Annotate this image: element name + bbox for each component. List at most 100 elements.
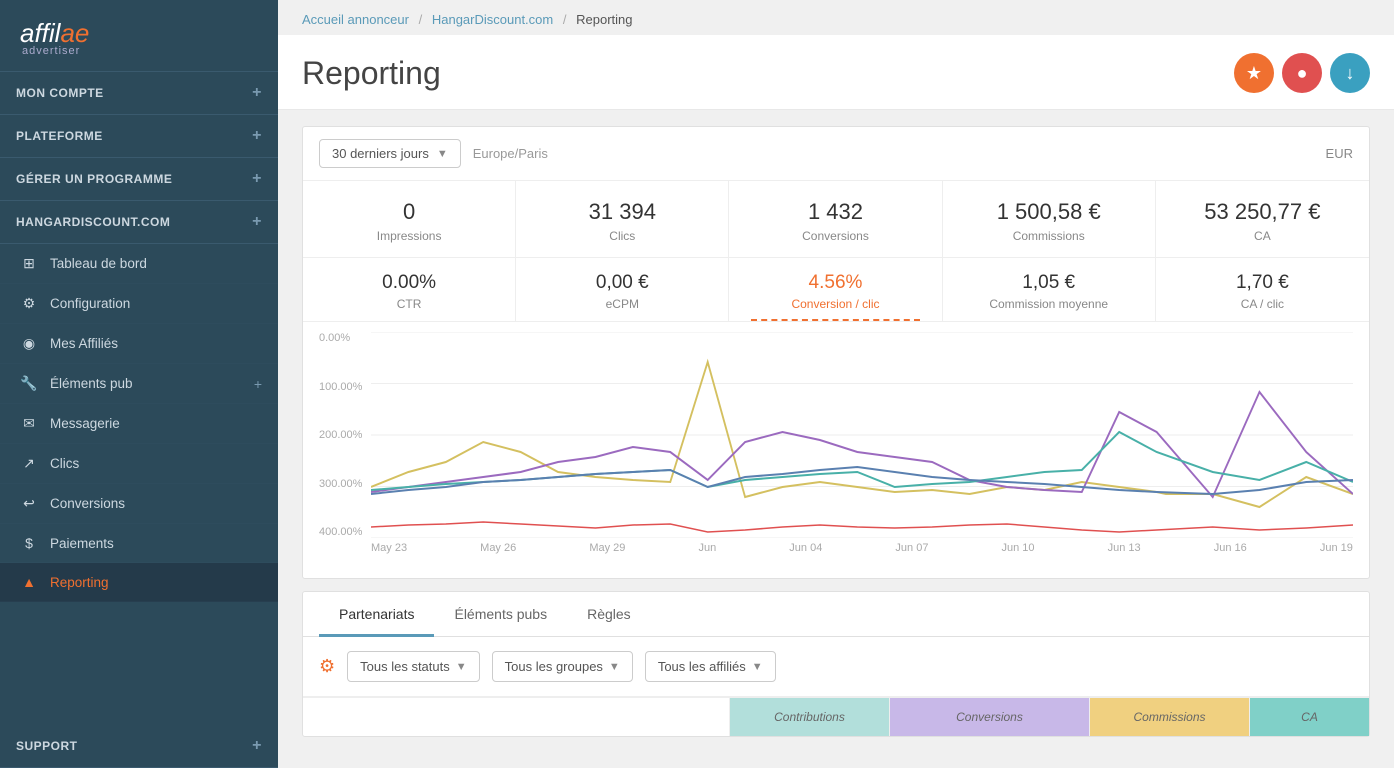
tabs-bar: Partenariats Éléments pubs Règles <box>303 592 1369 637</box>
stat-value: 0,00 € <box>528 272 716 294</box>
groupes-label: Tous les groupes <box>505 659 603 674</box>
th-conversions: Conversions <box>889 698 1089 736</box>
logo-sub: advertiser <box>20 45 258 57</box>
logo: affilae advertiser <box>0 0 278 72</box>
sidebar-item-elements-pub[interactable]: 🔧 Éléments pub + <box>0 364 278 404</box>
sidebar-item-configuration[interactable]: ⚙ Configuration <box>0 284 278 324</box>
bottom-section: Partenariats Éléments pubs Règles ⚙ Tous… <box>302 591 1370 737</box>
stat-commission-moy: 1,05 € Commission moyenne <box>943 258 1156 321</box>
stat-ca: 53 250,77 € CA <box>1156 181 1369 257</box>
statuts-label: Tous les statuts <box>360 659 450 674</box>
x-label: May 26 <box>480 542 516 554</box>
currency-label: EUR <box>1326 146 1353 161</box>
nav-section-plateforme-header[interactable]: PLATEFORME + <box>0 115 278 157</box>
stat-label: Conversion / clic <box>741 297 929 311</box>
x-label: Jun 04 <box>789 542 822 554</box>
conversions-icon: ↩ <box>20 495 38 512</box>
y-label: 100.00% <box>319 381 371 393</box>
nav-section-mon-compte: MON COMPTE + <box>0 72 278 115</box>
x-label: Jun 13 <box>1108 542 1141 554</box>
breadcrumb-link-hangardiscount[interactable]: HangarDiscount.com <box>432 12 553 27</box>
download-button[interactable]: ↓ <box>1330 53 1370 93</box>
breadcrumb-sep: / <box>419 12 423 27</box>
record-button[interactable]: ● <box>1282 53 1322 93</box>
date-range-dropdown[interactable]: 30 derniers jours ▼ <box>319 139 461 168</box>
th-empty <box>303 698 729 736</box>
sidebar-item-mes-affilies[interactable]: ◉ Mes Affiliés <box>0 324 278 364</box>
stat-label: CA <box>1168 229 1357 243</box>
sidebar-item-conversions[interactable]: ↩ Conversions <box>0 484 278 524</box>
x-label: Jun 10 <box>1002 542 1035 554</box>
expand-icon: + <box>254 376 262 392</box>
breadcrumb-current: Reporting <box>576 12 632 27</box>
reporting-icon: ▲ <box>20 574 38 590</box>
chart-x-labels: May 23 May 26 May 29 Jun Jun 04 Jun 07 J… <box>371 542 1353 554</box>
chart-area: 400.00% 300.00% 200.00% 100.00% 0.00% <box>303 322 1369 578</box>
nav-section-hangardiscount: HANGARDISCOUNT.COM + <box>0 201 278 244</box>
stat-value: 1 432 <box>741 199 929 225</box>
stat-value: 31 394 <box>528 199 716 225</box>
expand-icon: + <box>252 737 262 755</box>
chart-y-labels: 400.00% 300.00% 200.00% 100.00% 0.00% <box>319 332 371 538</box>
filter-left: 30 derniers jours ▼ Europe/Paris <box>319 139 548 168</box>
header-buttons: ★ ● ↓ <box>1234 53 1370 93</box>
nav-section-label: SUPPORT <box>16 739 78 753</box>
orange-underline <box>751 319 921 321</box>
nav-section-plateforme: PLATEFORME + <box>0 115 278 158</box>
sidebar-item-label: Tableau de bord <box>50 256 147 271</box>
stat-conversion-clic: 4.56% Conversion / clic <box>729 258 942 321</box>
stat-value: 1,70 € <box>1168 272 1357 294</box>
stat-label: CTR <box>315 297 503 311</box>
stat-ecpm: 0,00 € eCPM <box>516 258 729 321</box>
expand-icon: + <box>252 127 262 145</box>
nav-items: ⊞ Tableau de bord ⚙ Configuration ◉ Mes … <box>0 244 278 602</box>
nav-section-gerer-header[interactable]: GÉRER UN PROGRAMME + <box>0 158 278 200</box>
th-commissions: Commissions <box>1089 698 1249 736</box>
th-contributions: Contributions <box>729 698 889 736</box>
sidebar-item-reporting[interactable]: ▲ Reporting <box>0 563 278 602</box>
sidebar: affilae advertiser MON COMPTE + PLATEFOR… <box>0 0 278 768</box>
stat-label: Commission moyenne <box>955 297 1143 311</box>
sidebar-item-label: Messagerie <box>50 416 120 431</box>
groupes-dropdown[interactable]: Tous les groupes ▼ <box>492 651 633 682</box>
sidebar-item-tableau-de-bord[interactable]: ⊞ Tableau de bord <box>0 244 278 284</box>
th-ca: CA <box>1249 698 1369 736</box>
stat-ca-clic: 1,70 € CA / clic <box>1156 258 1369 321</box>
stat-conversions: 1 432 Conversions <box>729 181 942 257</box>
star-button[interactable]: ★ <box>1234 53 1274 93</box>
sidebar-item-paiements[interactable]: $ Paiements <box>0 524 278 563</box>
th-ca-label: CA <box>1301 710 1318 724</box>
nav-section-support-header[interactable]: SUPPORT + <box>0 725 278 767</box>
affilies-dropdown[interactable]: Tous les affiliés ▼ <box>645 651 776 682</box>
stat-ctr: 0.00% CTR <box>303 258 516 321</box>
nav-section-mon-compte-header[interactable]: MON COMPTE + <box>0 72 278 114</box>
stat-commissions: 1 500,58 € Commissions <box>943 181 1156 257</box>
nav-section-label: PLATEFORME <box>16 129 103 143</box>
tab-elements-pubs[interactable]: Éléments pubs <box>434 592 567 637</box>
x-label: Jun 07 <box>895 542 928 554</box>
stat-impressions: 0 Impressions <box>303 181 516 257</box>
stats-bottom-row: 0.00% CTR 0,00 € eCPM 4.56% Conversion /… <box>303 258 1369 322</box>
stats-top-row: 0 Impressions 31 394 Clics 1 432 Convers… <box>303 181 1369 258</box>
sidebar-item-clics[interactable]: ↗ Clics <box>0 444 278 484</box>
tab-partenariats[interactable]: Partenariats <box>319 592 434 637</box>
main-content: Accueil annonceur / HangarDiscount.com /… <box>278 0 1394 768</box>
stat-label: CA / clic <box>1168 297 1357 311</box>
x-label: May 23 <box>371 542 407 554</box>
expand-icon: + <box>252 213 262 231</box>
filter-row: ⚙ Tous les statuts ▼ Tous les groupes ▼ … <box>303 637 1369 697</box>
statuts-dropdown[interactable]: Tous les statuts ▼ <box>347 651 480 682</box>
page-title: Reporting <box>302 55 441 92</box>
clicks-icon: ↗ <box>20 455 38 472</box>
timezone-label: Europe/Paris <box>473 146 548 161</box>
gear-icon[interactable]: ⚙ <box>319 656 335 677</box>
nav-section-label: HANGARDISCOUNT.COM <box>16 215 170 229</box>
breadcrumb-link-accueil[interactable]: Accueil annonceur <box>302 12 409 27</box>
dropdown-arrow-icon: ▼ <box>752 661 763 673</box>
y-label: 200.00% <box>319 429 371 441</box>
sidebar-item-label: Clics <box>50 456 79 471</box>
nav-section-hangardiscount-header[interactable]: HANGARDISCOUNT.COM + <box>0 201 278 243</box>
nav-section-label: GÉRER UN PROGRAMME <box>16 172 172 186</box>
sidebar-item-messagerie[interactable]: ✉ Messagerie <box>0 404 278 444</box>
tab-regles[interactable]: Règles <box>567 592 651 637</box>
